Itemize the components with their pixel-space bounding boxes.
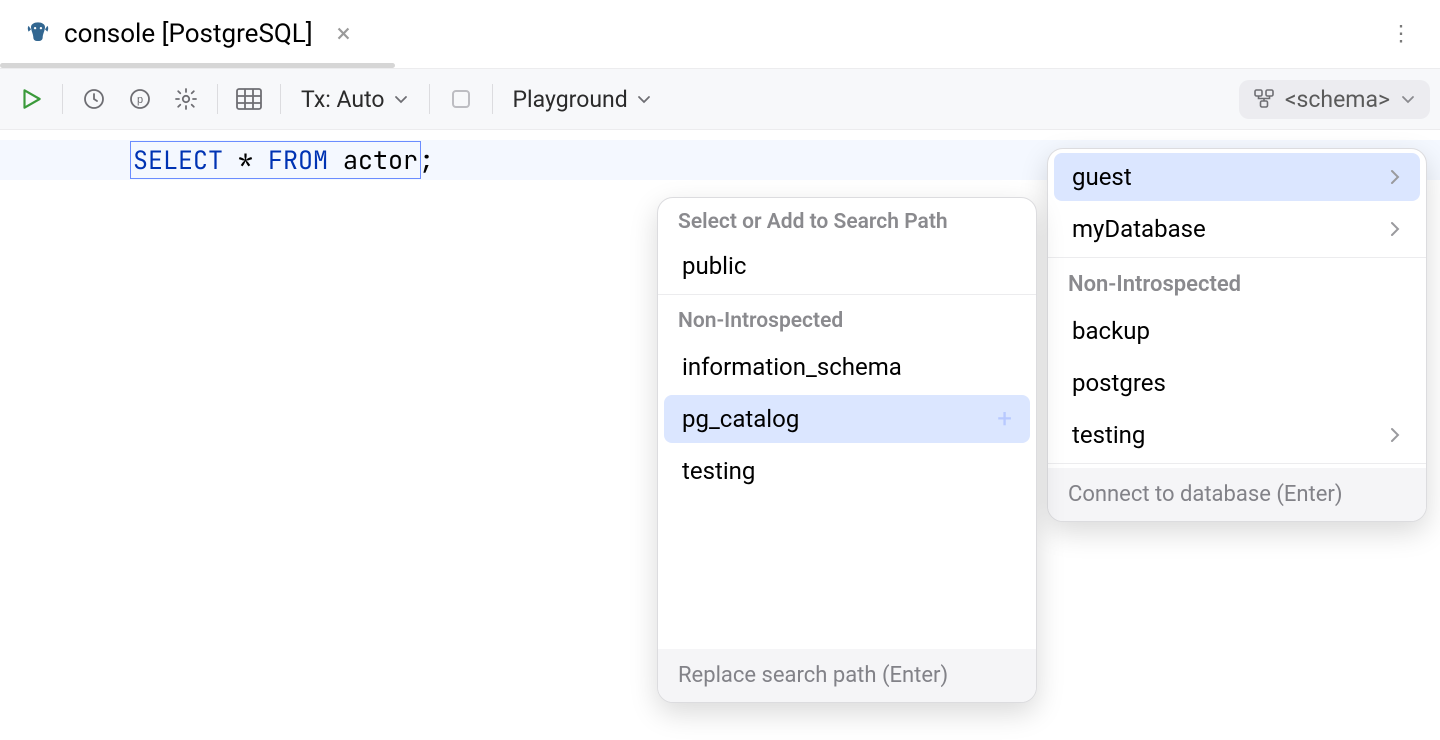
divider (1048, 257, 1426, 258)
toolbar-right: <schema> (1239, 80, 1430, 119)
stop-button[interactable] (440, 78, 482, 120)
schema-item-mydatabase[interactable]: myDatabase (1054, 205, 1420, 253)
caret-selection-box: SELECT * FROM actor (130, 141, 421, 179)
searchpath-popup: Select or Add to Search Path public Non-… (657, 197, 1037, 703)
searchpath-item-label: information_schema (682, 353, 902, 381)
gutter: 1 (0, 130, 130, 740)
schema-item-guest[interactable]: guest (1054, 153, 1420, 201)
kebab-menu-icon[interactable]: ⋮ (1390, 22, 1414, 47)
searchpath-popup-footer: Replace search path (Enter) (658, 649, 1036, 702)
searchpath-item-pg-catalog[interactable]: pg_catalog + (664, 395, 1030, 443)
editor-tab[interactable]: console [PostgreSQL] × (18, 0, 365, 68)
separator (62, 84, 63, 114)
output-icon[interactable]: p (119, 78, 161, 120)
history-icon[interactable] (73, 78, 115, 120)
searchpath-item-label: public (682, 252, 746, 280)
chevron-down-icon (636, 91, 652, 107)
schema-item-backup[interactable]: backup (1054, 307, 1420, 355)
schema-label: <schema> (1285, 86, 1390, 113)
toolbar: p Tx: Auto Playground <schema> (0, 68, 1440, 130)
plus-icon[interactable]: + (997, 406, 1012, 432)
popup-section-heading: Non-Introspected (1048, 262, 1426, 303)
divider (1048, 463, 1426, 464)
chevron-right-icon (1388, 426, 1402, 444)
table-view-icon[interactable] (228, 78, 270, 120)
searchpath-item-label: pg_catalog (682, 405, 799, 433)
schema-icon (1253, 88, 1275, 110)
chevron-down-icon (1400, 91, 1416, 107)
schema-item-label: myDatabase (1072, 215, 1206, 243)
schema-item-testing[interactable]: testing (1054, 411, 1420, 459)
popup-spacer (658, 499, 1036, 649)
separator (429, 84, 430, 114)
popup-section-heading: Non-Introspected (658, 299, 1036, 339)
searchpath-heading-wrap: Select or Add to Search Path (658, 198, 1036, 238)
run-button[interactable] (10, 78, 52, 120)
tab-underline (0, 63, 395, 68)
chevron-right-icon (1388, 220, 1402, 238)
schema-switcher[interactable]: <schema> (1239, 80, 1430, 119)
tab-title: console [PostgreSQL] (64, 19, 313, 49)
tx-mode-dropdown[interactable]: Tx: Auto (291, 78, 419, 120)
schema-item-label: backup (1072, 317, 1150, 345)
schema-popup-footer: Connect to database (Enter) (1048, 468, 1426, 521)
tab-bar: console [PostgreSQL] × ⋮ (0, 0, 1440, 68)
schema-popup: guest myDatabase Non-Introspected backup… (1047, 148, 1427, 522)
tx-mode-label: Tx: Auto (301, 86, 385, 113)
separator (217, 84, 218, 114)
separator (492, 84, 493, 114)
postgres-elephant-icon (24, 20, 52, 48)
separator (280, 84, 281, 114)
settings-icon[interactable] (165, 78, 207, 120)
searchpath-item-public[interactable]: public (664, 242, 1030, 290)
svg-text:p: p (137, 94, 143, 106)
close-tab-icon[interactable]: × (337, 21, 351, 47)
session-dropdown[interactable]: Playground (503, 78, 662, 120)
schema-item-label: guest (1072, 163, 1132, 191)
schema-item-label: postgres (1072, 369, 1166, 397)
session-label: Playground (513, 86, 628, 113)
chevron-down-icon (393, 91, 409, 107)
chevron-right-icon (1388, 168, 1402, 186)
schema-item-postgres[interactable]: postgres (1054, 359, 1420, 407)
searchpath-heading: Select or Add to Search Path (678, 210, 1016, 234)
searchpath-item-information-schema[interactable]: information_schema (664, 343, 1030, 391)
searchpath-item-label: testing (682, 457, 755, 485)
searchpath-item-testing[interactable]: testing (664, 447, 1030, 495)
divider (658, 294, 1036, 295)
schema-item-label: testing (1072, 421, 1145, 449)
